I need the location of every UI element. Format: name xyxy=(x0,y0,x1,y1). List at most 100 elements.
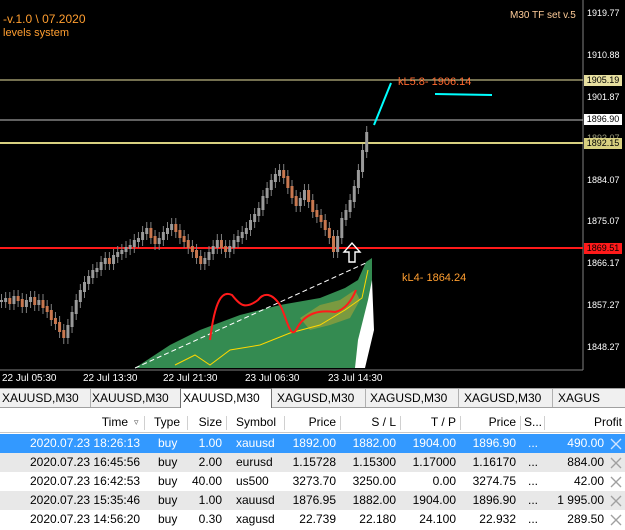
candle-body xyxy=(45,306,49,312)
column-divider xyxy=(400,416,401,430)
trade-row[interactable]: 2020.07.23 15:35:46 buy 1.00 xauusd 1876.95 1… xyxy=(0,491,625,510)
tab-chart-7[interactable]: XAGUS xyxy=(556,389,620,407)
tab-chart-5[interactable]: XAGUSD,M30 xyxy=(368,389,459,407)
cell-type: buy xyxy=(158,512,178,526)
candle-body xyxy=(74,300,78,314)
candle-body xyxy=(290,186,294,198)
candle-body xyxy=(257,208,261,216)
cell-tp: 1904.00 xyxy=(412,436,456,450)
price-marker-bid: 1896.90 xyxy=(584,114,622,125)
candle-body xyxy=(70,312,74,327)
time-tick: 22 Jul 21:30 xyxy=(163,373,218,384)
candle-body xyxy=(41,300,45,308)
cell-type: buy xyxy=(158,455,178,469)
template-label: M30 TF set v.5 xyxy=(510,10,576,21)
cell-price: 1876.95 xyxy=(292,493,336,507)
column-divider xyxy=(544,416,545,430)
close-order-icon[interactable] xyxy=(609,494,623,508)
close-order-icon[interactable] xyxy=(609,475,623,489)
candle-body xyxy=(249,220,252,230)
cell-symbol: xauusd xyxy=(236,436,275,450)
candle-body xyxy=(215,240,219,248)
candle-body xyxy=(33,297,37,305)
indicator-title: -v.1.0 \ 07.2020 xyxy=(3,12,86,26)
price-marker-1869: 1869.51 xyxy=(584,243,622,254)
chart-tabs: XAUUSD,M30 XAUUSD,M30 XAUUSD,M30 XAGUSD,… xyxy=(0,388,625,409)
trade-row[interactable]: 2020.07.23 14:56:20 buy 0.30 xagusd 22.739 22… xyxy=(0,510,625,529)
cell-profit: 1 995.00 xyxy=(557,493,604,507)
candle-body xyxy=(95,268,99,272)
candle-body xyxy=(8,298,12,304)
col-profit[interactable]: Profit xyxy=(570,412,622,432)
candle-body xyxy=(228,246,232,252)
tab-chart-1[interactable]: XAUUSD,M30 xyxy=(0,389,91,407)
col-size[interactable]: Size xyxy=(190,412,222,432)
cell-size: 1.00 xyxy=(198,493,222,507)
candle-body xyxy=(174,224,178,232)
candle-body xyxy=(166,228,169,234)
col-time[interactable]: Time xyxy=(60,412,128,432)
col-sl[interactable]: S / L xyxy=(350,412,396,432)
cell-time: 2020.07.23 18:26:13 xyxy=(30,436,141,450)
candle-body xyxy=(265,188,269,198)
cyan-projection-line xyxy=(373,82,392,126)
arrow-up-icon xyxy=(342,241,362,263)
trade-row[interactable]: 2020.07.23 18:26:13 buy 1.00 xauusd 1892.00 1… xyxy=(0,434,625,453)
cell-type: buy xyxy=(158,493,178,507)
tab-chart-6[interactable]: XAGUSD,M30 xyxy=(462,389,553,407)
cell-symbol: eurusd xyxy=(236,455,273,469)
col-symbol[interactable]: Symbol xyxy=(236,412,276,432)
cell-price: 3273.70 xyxy=(292,474,336,488)
cell-tp: 1904.00 xyxy=(412,493,456,507)
col-price[interactable]: Price xyxy=(290,412,336,432)
candle-body xyxy=(307,190,311,202)
col-swap[interactable]: S... xyxy=(524,412,542,432)
time-tick: 22 Jul 05:30 xyxy=(2,373,57,384)
cell-current-price: 3274.75 xyxy=(472,474,516,488)
cell-sl: 3250.00 xyxy=(352,474,396,488)
candle-body xyxy=(207,252,211,260)
column-divider xyxy=(144,416,145,430)
tab-chart-4[interactable]: XAGUSD,M30 xyxy=(275,389,366,407)
candle-body xyxy=(348,200,352,212)
column-divider xyxy=(460,416,461,430)
price-tick: 1866.17 xyxy=(587,258,620,268)
cell-time: 2020.07.23 15:35:46 xyxy=(30,493,141,507)
trade-row[interactable]: 2020.07.23 16:42:53 buy 40.00 us500 3273.70 3… xyxy=(0,472,625,491)
cell-sl: 1882.00 xyxy=(352,493,396,507)
cell-price: 1.15728 xyxy=(292,455,336,469)
candle-body xyxy=(269,180,273,190)
candle-body xyxy=(87,276,91,284)
candle-body xyxy=(78,290,82,302)
close-order-icon[interactable] xyxy=(609,456,623,470)
close-order-icon[interactable] xyxy=(609,437,623,451)
candle-body xyxy=(120,250,124,254)
candle-body xyxy=(182,236,186,242)
price-chart[interactable]: -v.1.0 \ 07.2020 levels system M30 TF se… xyxy=(0,0,625,388)
cell-current-price: 22.932 xyxy=(479,512,516,526)
tab-chart-3-active[interactable]: XAUUSD,M30 xyxy=(180,388,272,409)
col-current-price[interactable]: Price xyxy=(470,412,516,432)
price-tick: 1884.07 xyxy=(587,175,620,185)
candle-body xyxy=(352,186,356,202)
candle-body xyxy=(224,246,228,252)
candle-body xyxy=(302,190,306,200)
col-type[interactable]: Type xyxy=(154,412,180,432)
candle-body xyxy=(282,170,286,178)
price-tick: 1875.07 xyxy=(587,216,620,226)
candle-body xyxy=(319,215,323,222)
close-order-icon[interactable] xyxy=(609,513,623,527)
candle-body xyxy=(107,258,111,264)
cell-profit: 490.00 xyxy=(567,436,604,450)
candle-body xyxy=(211,246,215,254)
col-tp[interactable]: T / P xyxy=(410,412,456,432)
candle-body xyxy=(49,310,53,320)
cell-symbol: us500 xyxy=(236,474,269,488)
tab-chart-2[interactable]: XAUUSD,M30 xyxy=(90,389,181,407)
column-divider xyxy=(340,416,341,430)
cell-profit: 289.50 xyxy=(567,512,604,526)
candle-body xyxy=(132,240,136,247)
cell-tp: 0.00 xyxy=(432,474,456,488)
candle-body xyxy=(128,245,132,249)
trade-row[interactable]: 2020.07.23 16:45:56 buy 2.00 eurusd 1.15728 1… xyxy=(0,453,625,472)
